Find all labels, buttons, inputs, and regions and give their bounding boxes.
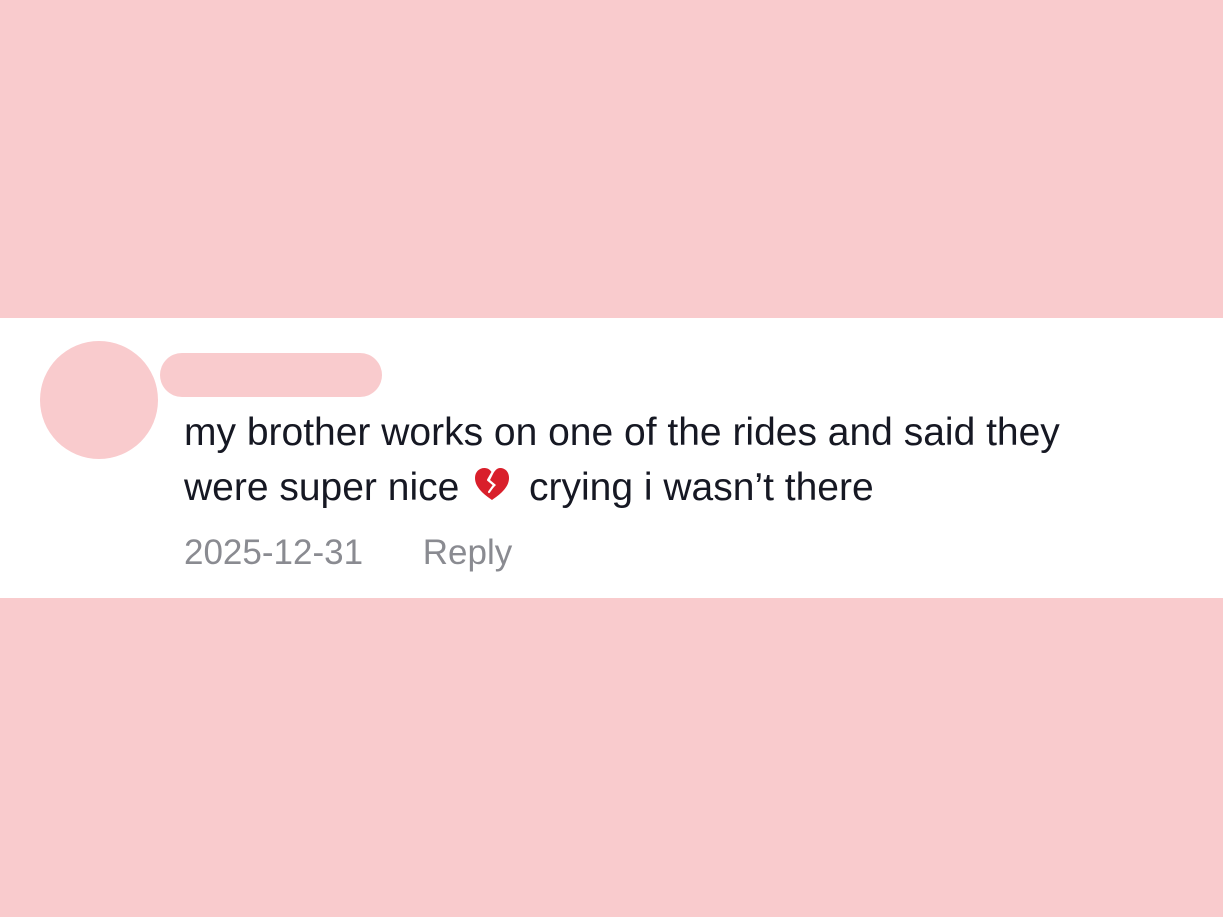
avatar[interactable] [40,341,158,459]
comment-text: my brother works on one of the rides and… [184,405,1204,515]
comment-text-before-emoji: were super nice [184,466,460,509]
username-redaction [160,353,382,397]
comment-meta: 2025-12-31 Reply [184,530,512,576]
broken-heart-icon [475,468,510,500]
comment-text-after-emoji: crying i wasn’t there [529,466,874,509]
reply-button[interactable]: Reply [423,533,512,572]
comment-text-line-1: my brother works on one of the rides and… [184,411,1060,454]
comment-text-line-2: were super nice crying i wasn’t there [184,460,1204,515]
comment-date: 2025-12-31 [184,533,364,572]
comment-card: my brother works on one of the rides and… [0,318,1223,598]
